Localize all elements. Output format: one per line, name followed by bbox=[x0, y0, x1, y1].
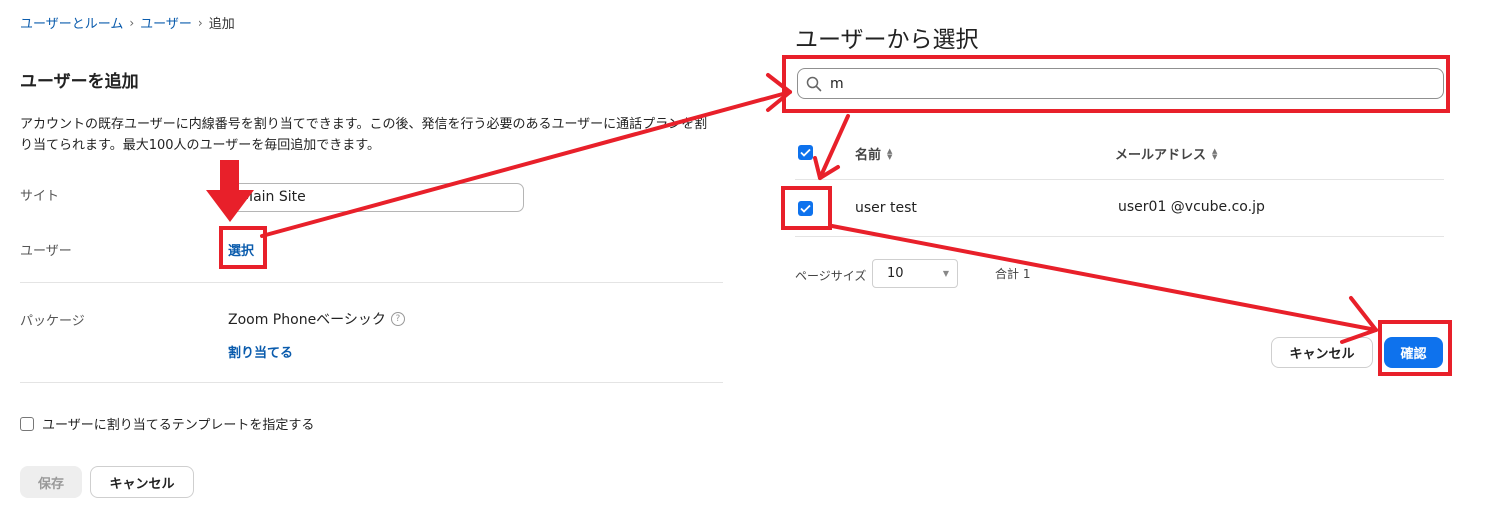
divider bbox=[20, 382, 723, 383]
select-all-checkbox[interactable] bbox=[798, 145, 813, 160]
cancel-button[interactable]: キャンセル bbox=[90, 466, 194, 498]
table-row-name: user test bbox=[855, 200, 917, 216]
breadcrumb-current: 追加 bbox=[208, 17, 235, 32]
arrow-head bbox=[1340, 296, 1378, 344]
checkmark-icon bbox=[800, 148, 811, 157]
column-header-name-label: 名前 bbox=[855, 148, 882, 163]
column-header-name[interactable]: 名前 ▲ ▼ bbox=[855, 144, 892, 163]
package-label: パッケージ bbox=[20, 314, 85, 329]
page-description: アカウントの既存ユーザーに内線番号を割り当てできます。この後、発信を行う必要のあ… bbox=[20, 117, 708, 153]
dialog-cancel-button[interactable]: キャンセル bbox=[1271, 337, 1373, 368]
page-title: ユーザーを追加 bbox=[20, 72, 139, 92]
total-count: 合計 1 bbox=[995, 267, 1031, 281]
breadcrumb-users[interactable]: ユーザー bbox=[140, 13, 192, 32]
template-checkbox[interactable] bbox=[20, 416, 34, 431]
sort-icon[interactable]: ▲ ▼ bbox=[1212, 147, 1217, 160]
highlight-confirm-button bbox=[1378, 320, 1452, 376]
save-button[interactable]: 保存 bbox=[20, 466, 82, 498]
table-divider bbox=[795, 179, 1444, 180]
dialog-title: ユーザーから選択 bbox=[795, 27, 979, 53]
breadcrumb-users-and-rooms[interactable]: ユーザーとルーム bbox=[20, 13, 123, 32]
table-divider bbox=[795, 236, 1444, 237]
column-header-email-label: メールアドレス bbox=[1115, 148, 1207, 163]
sort-icon[interactable]: ▲ ▼ bbox=[887, 147, 892, 160]
page-size-select[interactable]: 10 ▼ bbox=[872, 259, 958, 288]
template-checkbox-label: ユーザーに割り当てるテンプレートを指定する bbox=[42, 418, 315, 433]
highlight-select-link bbox=[219, 226, 267, 269]
breadcrumb-separator: › bbox=[197, 15, 203, 30]
table-row-email: user01 @vcube.co.jp bbox=[1118, 199, 1265, 215]
template-checkbox-row[interactable]: ユーザーに割り当てるテンプレートを指定する bbox=[20, 414, 314, 433]
breadcrumb: ユーザーとルーム › ユーザー › 追加 bbox=[20, 13, 235, 33]
arrow-head bbox=[813, 156, 840, 180]
user-label: ユーザー bbox=[20, 244, 72, 259]
question-circle-icon[interactable]: ? bbox=[390, 312, 405, 326]
page-size-value: 10 bbox=[887, 266, 904, 281]
column-header-email[interactable]: メールアドレス ▲ ▼ bbox=[1115, 144, 1217, 163]
site-label: サイト bbox=[20, 189, 60, 204]
page-size-label: ページサイズ bbox=[795, 269, 867, 283]
divider bbox=[20, 282, 723, 283]
package-value: Zoom Phoneベーシック ? bbox=[228, 309, 405, 329]
assign-package-link[interactable]: 割り当てる bbox=[228, 342, 293, 361]
site-field[interactable]: Main Site bbox=[228, 183, 524, 212]
package-name: Zoom Phoneベーシック bbox=[228, 312, 386, 328]
highlight-search-box bbox=[782, 55, 1450, 113]
breadcrumb-separator: › bbox=[129, 15, 135, 30]
highlight-row-checkbox bbox=[781, 186, 832, 230]
chevron-down-icon: ▼ bbox=[942, 269, 949, 278]
